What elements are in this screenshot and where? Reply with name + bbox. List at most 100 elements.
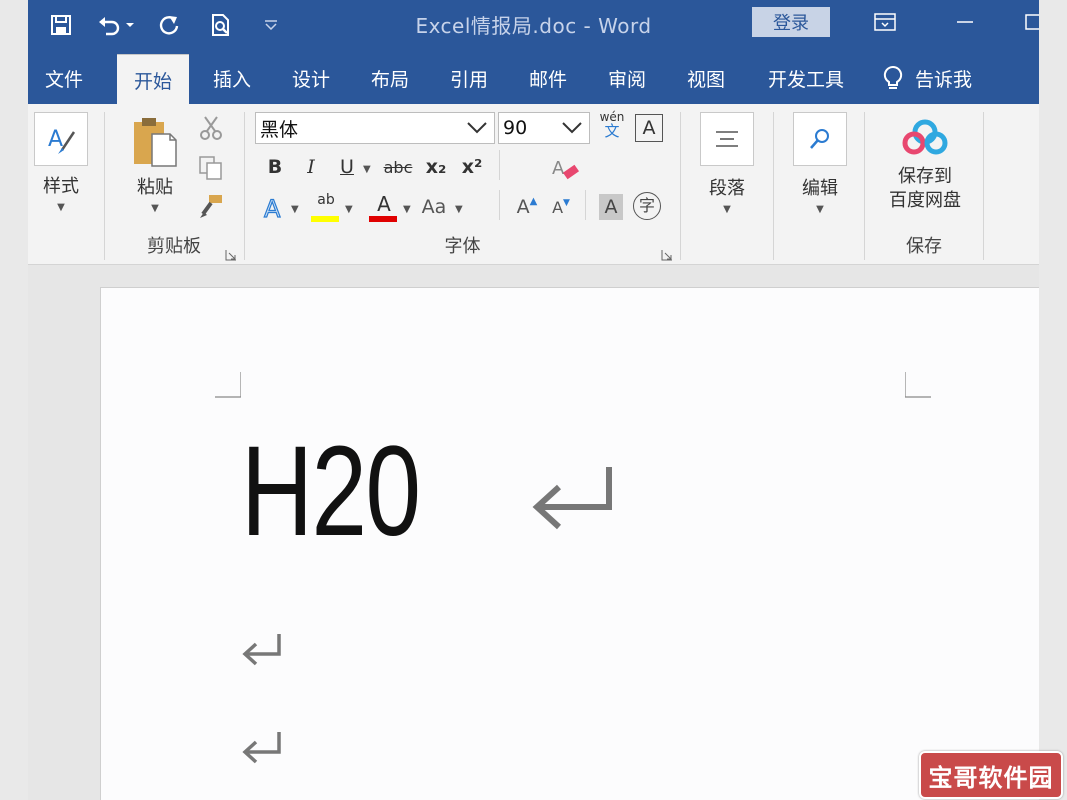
document-area: H20 [28,265,1039,800]
svg-text:A: A [552,158,565,179]
editing-group: 编辑 ▼ [774,104,864,264]
styles-icon: A [34,112,88,166]
paragraph-dropdown-icon: ▼ [723,204,731,215]
tab-design[interactable]: 设计 [275,52,347,104]
ribbon: A 样式 ▼ 粘贴 ▼ 剪贴板 黑体 90 wén 文 A B I U ▼ ab… [28,104,1039,265]
font-size-value: 90 [503,117,528,139]
font-color-swatch [369,216,397,222]
document-heading-text[interactable]: H20 [241,428,421,556]
separator [499,150,500,180]
crop-mark-top-left [215,372,241,398]
save-group: 保存到 百度网盘 保存 [865,104,983,264]
tab-home[interactable]: 开始 [117,54,189,105]
grow-font-text: A [516,196,530,218]
underline-button[interactable]: U [335,156,359,178]
clipboard-launcher-icon[interactable] [225,246,237,261]
shrink-font-button[interactable]: A▼ [549,198,573,217]
styles-group: A 样式 ▼ [28,104,102,264]
tab-review[interactable]: 审阅 [591,52,663,104]
title-bar: Excel情报局.doc - Word 登录 [28,0,1039,52]
tab-layout[interactable]: 布局 [354,52,426,104]
clipboard-group-label: 剪贴板 [147,236,201,257]
minimize-icon[interactable] [950,8,980,36]
editing-button[interactable]: 编辑 ▼ [792,112,848,215]
paste-dropdown-icon: ▼ [151,203,159,214]
chevron-down-icon [467,122,487,134]
text-effects-dropdown-icon[interactable]: ▼ [291,204,299,215]
character-shading-button[interactable]: A [599,194,623,220]
separator [499,190,500,220]
editing-label: 编辑 [802,178,838,199]
search-icon [793,112,847,166]
highlight-dropdown-icon[interactable]: ▼ [345,204,353,215]
left-background-strip [0,0,28,800]
paste-icon [134,118,177,167]
font-color-text: A [377,192,391,216]
maximize-icon[interactable] [1018,8,1039,36]
tab-file[interactable]: 文件 [28,52,100,104]
font-launcher-icon[interactable] [661,246,673,261]
change-case-button[interactable]: Aa [417,196,451,218]
tell-me-box[interactable]: 告诉我 [883,52,972,104]
shrink-font-text: A [552,198,564,217]
font-name-value: 黑体 [260,118,299,141]
enclose-characters-button[interactable]: 字 [633,192,661,220]
baidu-netdisk-icon [902,119,948,155]
save-to-baidu-button[interactable]: 保存到 百度网盘 [873,118,977,213]
document-page[interactable]: H20 [100,287,1039,800]
phonetic-guide-button[interactable]: wén 文 [597,110,627,140]
right-background-strip [1039,0,1067,800]
font-size-combobox[interactable]: 90 [498,112,590,144]
highlight-color-button[interactable]: ab [311,192,341,224]
character-border-button[interactable]: A [635,114,663,142]
phonetic-guide-bottom: 文 [604,122,620,140]
tab-insert[interactable]: 插入 [196,52,268,104]
paste-label: 粘贴 [137,177,173,198]
font-color-button[interactable]: A [369,192,399,224]
italic-button[interactable]: I [299,156,323,178]
font-color-dropdown-icon[interactable]: ▼ [403,204,411,215]
text-effects-icon[interactable]: A [261,194,289,223]
paragraph-mark-icon [242,732,281,764]
tab-view[interactable]: 视图 [670,52,742,104]
paragraph-label: 段落 [709,178,745,199]
underline-dropdown-icon[interactable]: ▼ [363,164,371,175]
ribbon-display-options-icon[interactable] [870,8,900,36]
word-window: Excel情报局.doc - Word 登录 文件 开始 插入 设计 布局 引用… [28,0,1039,800]
cut-icon[interactable] [197,114,225,142]
change-case-dropdown-icon[interactable]: ▼ [455,204,463,215]
styles-button[interactable]: A 样式 ▼ [32,112,90,213]
save-group-label: 保存 [906,236,942,257]
tab-references[interactable]: 引用 [433,52,505,104]
styles-dropdown-icon: ▼ [57,202,65,213]
grow-font-button[interactable]: A▲ [515,196,539,218]
paragraph-button[interactable]: 段落 ▼ [699,112,755,215]
format-painter-icon[interactable] [197,192,225,220]
tab-developer[interactable]: 开发工具 [756,52,856,104]
grow-font-arrow-icon: ▲ [529,196,538,207]
highlight-text: ab [317,192,335,208]
editing-dropdown-icon: ▼ [816,204,824,215]
login-button[interactable]: 登录 [752,7,830,37]
crop-mark-top-right [905,372,931,398]
watermark-logo: 宝哥软件园 [919,751,1063,799]
lightbulb-icon [883,65,903,89]
subscript-button[interactable]: x₂ [423,156,449,178]
paste-button[interactable]: 粘贴 ▼ [125,116,185,214]
clear-formatting-icon[interactable]: A [550,154,580,184]
separator [585,190,586,220]
tab-mailings[interactable]: 邮件 [512,52,584,104]
font-name-combobox[interactable]: 黑体 [255,112,495,144]
highlight-color-swatch [311,216,339,222]
copy-icon[interactable] [197,154,225,182]
save-to-baidu-line2: 百度网盘 [889,190,961,211]
clipboard-group: 粘贴 ▼ 剪贴板 [105,104,243,264]
svg-text:A: A [264,195,281,222]
shrink-font-arrow-icon: ▼ [563,198,570,208]
strikethrough-button[interactable]: abc [381,158,415,177]
tell-me-label: 告诉我 [915,68,973,91]
bold-button[interactable]: B [263,156,287,178]
superscript-button[interactable]: x² [459,156,485,178]
svg-text:A: A [48,127,63,152]
ribbon-tab-row: 文件 开始 插入 设计 布局 引用 邮件 审阅 视图 开发工具 告诉我 [28,52,1039,105]
